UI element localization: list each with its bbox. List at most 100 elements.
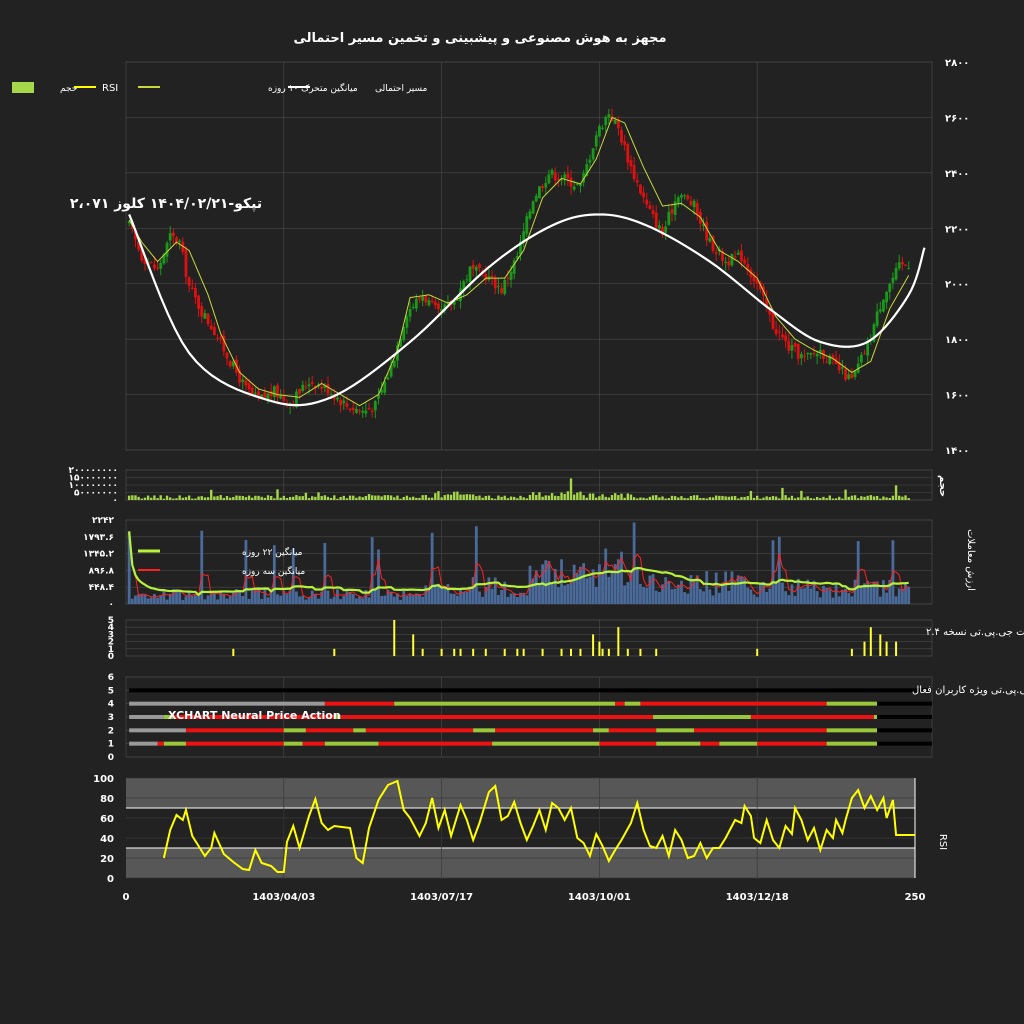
candle-body	[714, 252, 718, 254]
trade-value-bar	[238, 591, 242, 604]
volume-bar	[228, 497, 232, 500]
trade-value-bar	[907, 586, 911, 604]
volume-bar	[875, 495, 879, 500]
volume-bar	[263, 497, 267, 500]
trade-value-bar	[556, 587, 560, 604]
candle-body	[358, 410, 361, 412]
volume-bar	[651, 495, 655, 500]
trade-value-bar	[354, 598, 358, 604]
volume-bar	[547, 495, 551, 500]
volume-bar	[184, 497, 188, 500]
volume-bar	[724, 496, 727, 500]
ai-signal-segment	[877, 701, 932, 706]
volume-bar	[856, 498, 860, 500]
candle-body	[844, 368, 847, 380]
ai-signal-segment	[826, 741, 878, 746]
volume-bar	[806, 496, 809, 500]
trade-value-bar	[500, 589, 503, 604]
candle-body	[370, 410, 374, 413]
ai-signal-segment	[656, 741, 701, 746]
trade-value-bar	[459, 588, 462, 604]
candle-body	[654, 212, 658, 228]
ai-signal-segment	[694, 728, 827, 733]
candle-body	[310, 382, 314, 384]
volume-bar	[386, 495, 390, 500]
ai-signal-segment	[305, 728, 354, 733]
ai-signal-segment	[185, 728, 284, 733]
volume-bar	[459, 494, 462, 500]
candle-body	[345, 403, 349, 407]
volume-bar	[825, 498, 828, 500]
trade-value-bar	[607, 576, 611, 604]
volume-bar	[787, 497, 790, 500]
candle-body	[478, 264, 481, 269]
trade-value-bar	[768, 588, 772, 604]
candle-body	[594, 135, 598, 147]
volume-bar	[617, 495, 620, 500]
trade-value-bar	[443, 588, 447, 604]
candle-body	[635, 180, 639, 183]
candle-body	[724, 261, 728, 264]
volume-bar	[443, 495, 446, 500]
rsi-neutral-band	[126, 808, 915, 848]
volume-bar	[733, 496, 737, 500]
x-tick-label: 250	[905, 892, 926, 903]
trade-value-bar	[336, 589, 339, 604]
volume-bar	[383, 495, 386, 500]
trade-value-bar	[389, 591, 393, 604]
volume-bar	[288, 496, 292, 500]
candle-body	[509, 271, 513, 280]
trade-value-bar	[351, 593, 355, 604]
candle-body	[730, 254, 734, 266]
trade-value-bar	[313, 594, 317, 604]
candle-body	[588, 159, 592, 163]
candle-body	[853, 371, 857, 377]
candle-body	[468, 266, 472, 282]
trade-value-bar	[721, 583, 724, 604]
smart-money-bar	[333, 648, 336, 656]
volume-bar	[544, 495, 547, 500]
trade-value-bar	[566, 584, 570, 604]
candle-body	[354, 409, 358, 413]
candle-body	[367, 407, 371, 410]
candle-body	[575, 183, 579, 185]
trade-value-bar	[130, 598, 134, 604]
trade-value-bar	[197, 595, 200, 604]
trade-value-bar	[250, 590, 254, 604]
volume-bar	[399, 498, 402, 500]
smart-money-bar	[393, 620, 396, 656]
trade-value-bar	[307, 597, 311, 604]
trade-value-bar	[673, 588, 677, 604]
candle-body	[329, 394, 333, 396]
trade-value-bar	[799, 588, 803, 604]
trade-value-bar	[837, 596, 841, 604]
candle-body	[888, 283, 892, 293]
candle-body	[490, 275, 494, 278]
volume-bar	[266, 495, 270, 500]
candle-body	[815, 353, 819, 357]
legend-path-label: مسیر احتمالی	[375, 84, 428, 94]
price-tick-label: ۱۴۰۰	[945, 446, 969, 457]
volume-bar	[251, 497, 254, 500]
volume-bar	[172, 498, 175, 500]
volume-bar	[358, 496, 361, 500]
ai-signal-segment	[324, 701, 395, 706]
candle-body	[339, 399, 343, 406]
volume-bar	[721, 495, 724, 500]
candle-body	[620, 130, 623, 143]
candle-body	[149, 261, 153, 263]
volume-bar	[484, 495, 487, 500]
volume-bar	[563, 493, 566, 500]
trade-value-bar	[639, 584, 642, 604]
volume-bar	[850, 495, 854, 500]
volume-bar	[150, 497, 153, 500]
volume-bar	[797, 497, 800, 500]
volume-bar	[803, 497, 806, 500]
trade-value-bar	[402, 590, 406, 604]
ai-signal-segment	[757, 741, 827, 746]
volume-bar	[636, 498, 639, 500]
x-tick-label: 1403/10/01	[568, 892, 631, 903]
candle-body	[705, 221, 709, 241]
volume-bar	[891, 495, 895, 500]
volume-bar	[705, 498, 708, 500]
